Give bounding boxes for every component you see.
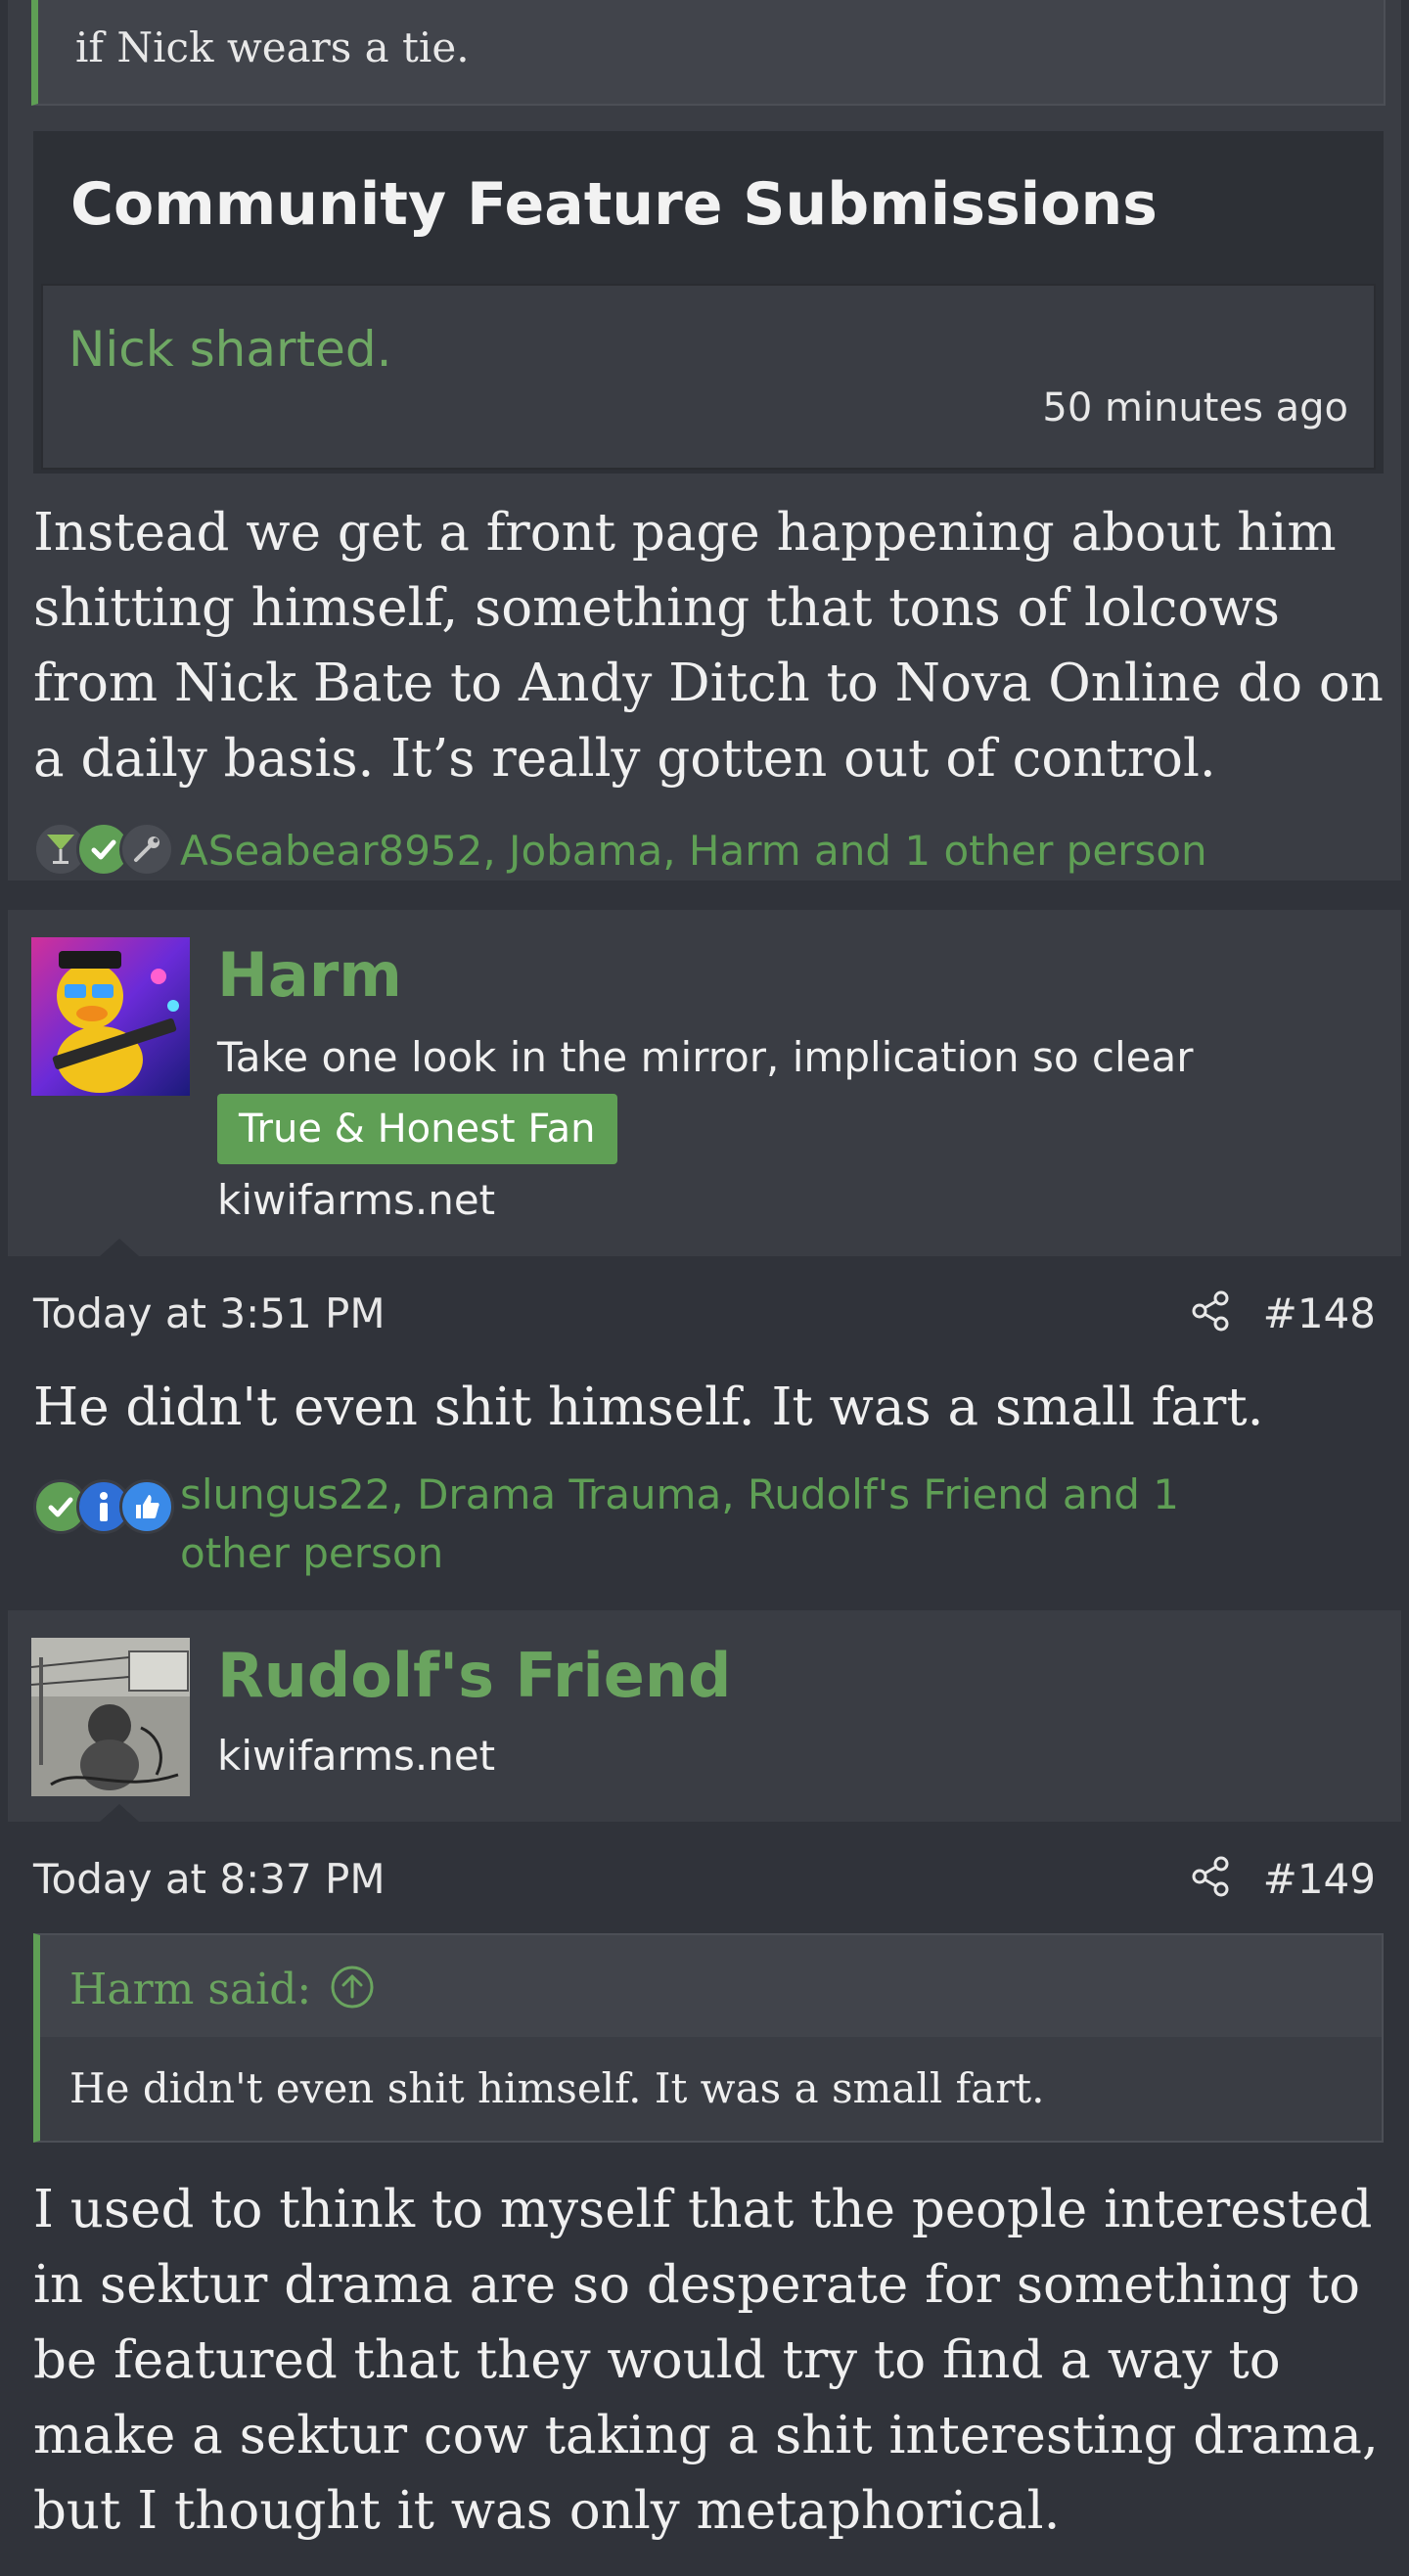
- user-badge: True & Honest Fan: [217, 1094, 617, 1164]
- post-number-link[interactable]: #149: [1263, 1855, 1376, 1903]
- message-arrow: [100, 1804, 139, 1822]
- feature-item[interactable]: Nick sharted. 50 minutes ago: [41, 284, 1376, 470]
- quote-author-link[interactable]: Harm said:: [69, 1965, 311, 2014]
- arrow-up-circle-icon[interactable]: [330, 1965, 375, 2010]
- feature-timestamp: 50 minutes ago: [1042, 385, 1348, 430]
- post-body: Instead we get a front page happening ab…: [33, 503, 1384, 789]
- message-date-link[interactable]: Today at 3:51 PM: [33, 1289, 386, 1337]
- user-site: kiwifarms.net: [217, 1176, 496, 1224]
- wrench-icon: [119, 822, 174, 877]
- message-arrow: [100, 1239, 139, 1256]
- thumbs-up-icon: [119, 1479, 174, 1534]
- post-body: I used to think to myself that the peopl…: [33, 2180, 1379, 2541]
- message-148: Today at 3:51 PM #148 He didn't even shi…: [8, 1239, 1401, 1579]
- quote-block: if Nick wears a tie.: [31, 0, 1386, 106]
- quote-block: Harm said: He didn't even shit himself. …: [33, 1933, 1384, 2143]
- reactions-users[interactable]: slungus22, Drama Trauma, Rudolf's Friend…: [180, 1466, 1295, 1583]
- quote-text: if Nick wears a tie.: [75, 23, 470, 71]
- post-body: He didn't even shit himself. It was a sm…: [33, 1378, 1264, 1437]
- feature-title: Community Feature Submissions: [70, 170, 1158, 239]
- quote-header: Harm said:: [40, 1935, 1382, 2037]
- user-header-harm: Harm Take one look in the mirror, implic…: [8, 910, 1401, 1256]
- post-number-link[interactable]: #148: [1263, 1289, 1376, 1337]
- reactions-users[interactable]: ASeabear8952, Jobama, Harm and 1 other p…: [180, 822, 1207, 881]
- message-date-link[interactable]: Today at 8:37 PM: [33, 1855, 386, 1903]
- reactions-bar[interactable]: ASeabear8952, Jobama, Harm and 1 other p…: [33, 822, 1207, 881]
- reactions-bar[interactable]: slungus22, Drama Trauma, Rudolf's Friend…: [33, 1466, 1295, 1583]
- quote-content: He didn't even shit himself. It was a sm…: [40, 2037, 1382, 2141]
- message-149: Today at 8:37 PM #149 Harm said: He didn…: [8, 1804, 1401, 2576]
- quote-text: He didn't even shit himself. It was a sm…: [69, 2064, 1045, 2112]
- post-148-previous: if Nick wears a tie. Community Feature S…: [8, 0, 1401, 881]
- avatar[interactable]: [31, 1638, 190, 1796]
- user-site: kiwifarms.net: [217, 1732, 496, 1780]
- avatar[interactable]: [31, 937, 190, 1096]
- user-title: Take one look in the mirror, implication…: [217, 1033, 1194, 1081]
- share-icon[interactable]: [1190, 1289, 1233, 1333]
- username-link[interactable]: Rudolf's Friend: [217, 1640, 731, 1711]
- feature-headline-link[interactable]: Nick sharted.: [68, 321, 392, 378]
- user-header-rudolfs-friend: Rudolf's Friend kiwifarms.net: [8, 1610, 1401, 1822]
- share-icon[interactable]: [1190, 1855, 1233, 1898]
- community-feature-box: Community Feature Submissions Nick shart…: [33, 131, 1384, 474]
- username-link[interactable]: Harm: [217, 939, 402, 1011]
